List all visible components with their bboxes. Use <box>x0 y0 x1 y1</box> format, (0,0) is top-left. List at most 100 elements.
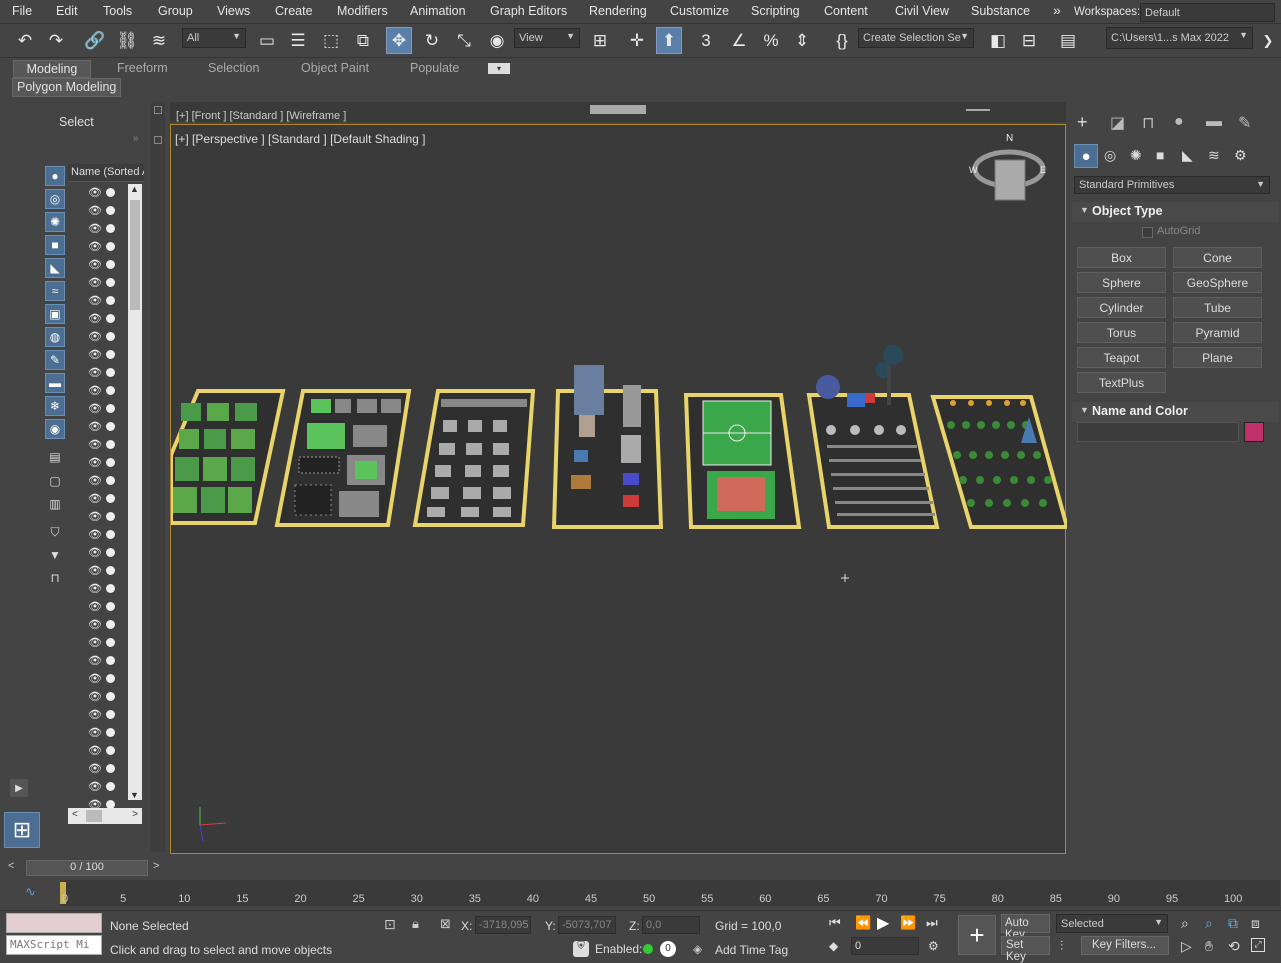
motion-tab-icon[interactable]: ● <box>1174 113 1184 131</box>
helpers-category-icon[interactable]: ◣ <box>1182 147 1193 164</box>
geosphere-button[interactable]: GeoSphere <box>1173 272 1262 293</box>
visibility-eye-icon[interactable]: 👁︎ <box>88 528 102 541</box>
visibility-eye-icon[interactable]: 👁︎ <box>88 384 102 397</box>
select-object-icon[interactable]: ▭ <box>254 27 280 54</box>
tab-modeling[interactable]: Modeling <box>13 60 91 78</box>
select-and-rotate-icon[interactable]: ↻ <box>419 27 445 54</box>
menu-civil-view[interactable]: Civil View <box>895 4 949 18</box>
scene-list-item[interactable]: 👁︎ <box>68 490 128 508</box>
display-shapes-icon[interactable]: ◎ <box>45 189 65 209</box>
visibility-eye-icon[interactable]: 👁︎ <box>88 312 102 325</box>
scene-list-item[interactable]: 👁︎ <box>68 562 128 580</box>
scene-list-item[interactable]: 👁︎ <box>68 256 128 274</box>
object-color-swatch[interactable] <box>1244 422 1264 442</box>
set-key-button[interactable]: Set Key <box>1001 936 1050 963</box>
select-manipulate-icon[interactable]: ✛ <box>624 27 650 54</box>
key-mode-dropdown[interactable]: Selected ▼ <box>1056 914 1168 933</box>
orbit-icon[interactable]: ⟲ <box>1228 938 1240 955</box>
create-tab-icon[interactable]: + <box>1077 112 1088 133</box>
zoom-extents-icon[interactable]: ⧉ <box>1228 915 1238 932</box>
scene-list-item[interactable]: 👁︎ <box>68 346 128 364</box>
visibility-eye-icon[interactable]: 👁︎ <box>88 294 102 307</box>
set-keys-icon[interactable]: + <box>958 915 996 955</box>
reference-coordinate-dropdown[interactable]: View ▼ <box>514 28 580 48</box>
name-column-header[interactable]: Name (Sorted A <box>68 164 144 182</box>
scene-list-item[interactable]: 👁︎ <box>68 544 128 562</box>
play-icon[interactable]: ▶ <box>877 913 889 933</box>
menu-views[interactable]: Views <box>217 4 250 18</box>
menu-modifiers[interactable]: Modifiers <box>337 4 388 18</box>
scene-list-item[interactable]: 👁︎ <box>68 796 128 814</box>
scrollbar-thumb[interactable] <box>130 200 140 310</box>
angle-snap-icon[interactable]: ∠ <box>726 27 752 54</box>
menu-create[interactable]: Create <box>275 4 313 18</box>
z-coordinate-field[interactable]: 0,0 <box>642 916 700 934</box>
enabled-count[interactable]: 0 <box>660 941 676 957</box>
perspective-viewport[interactable]: [+] [Perspective ] [Standard ] [Default … <box>170 124 1067 854</box>
visibility-eye-icon[interactable]: 👁︎ <box>88 510 102 523</box>
select-and-scale-icon[interactable]: ⤡ <box>451 27 477 54</box>
pivot-point-icon[interactable]: ⊞ <box>587 27 613 54</box>
menu-group[interactable]: Group <box>158 4 193 18</box>
key-filters-button[interactable]: Key Filters... <box>1081 936 1169 955</box>
zoom-icon[interactable]: ⌕ <box>1181 915 1189 932</box>
scene-list-item[interactable]: 👁︎ <box>68 382 128 400</box>
display-none-icon[interactable]: ▢ <box>45 471 65 491</box>
visibility-eye-icon[interactable]: 👁︎ <box>88 690 102 703</box>
display-spacewarps-icon[interactable]: ≈ <box>45 281 65 301</box>
visibility-eye-icon[interactable]: 👁︎ <box>88 672 102 685</box>
scroll-up-icon[interactable]: ▲ <box>130 184 139 194</box>
hscroll-right-icon[interactable]: > <box>132 809 138 820</box>
scene-list-scrollbar[interactable]: ▲ ▼ <box>128 184 142 800</box>
y-coordinate-field[interactable]: -5073,707 <box>558 916 616 934</box>
scene-list-item[interactable]: 👁︎ <box>68 310 128 328</box>
toolbar-overflow-icon[interactable]: ❯ <box>1255 27 1281 54</box>
teapot-button[interactable]: Teapot <box>1077 347 1166 368</box>
workspaces-dropdown[interactable]: Default <box>1140 3 1275 22</box>
display-tab-icon[interactable]: ▬ <box>1206 113 1222 131</box>
link-icon[interactable]: 🔗 <box>82 27 108 54</box>
tube-button[interactable]: Tube <box>1173 297 1262 318</box>
visibility-eye-icon[interactable]: 👁︎ <box>88 276 102 289</box>
textplus-button[interactable]: TextPlus <box>1077 372 1166 393</box>
menu-scripting[interactable]: Scripting <box>751 4 800 18</box>
selection-filter-dropdown[interactable]: All ▼ <box>182 28 246 48</box>
scroll-down-icon[interactable]: ▼ <box>130 790 139 800</box>
time-next-icon[interactable]: > <box>153 860 159 872</box>
shapes-category-icon[interactable]: ◎ <box>1104 147 1116 164</box>
menu-tools[interactable]: Tools <box>103 4 132 18</box>
menu-customize[interactable]: Customize <box>670 4 729 18</box>
display-geometry-icon[interactable]: ● <box>45 166 65 186</box>
select-by-name-icon[interactable]: ☰ <box>285 27 311 54</box>
project-folder-dropdown[interactable]: C:\Users\1...s Max 2022 ▼ <box>1106 27 1253 49</box>
scene-list-item[interactable]: 👁︎ <box>68 472 128 490</box>
key-mode-toggle-icon[interactable]: ◆ <box>829 939 838 953</box>
visibility-eye-icon[interactable]: 👁︎ <box>88 420 102 433</box>
visibility-eye-icon[interactable]: 👁︎ <box>88 582 102 595</box>
zoom-extents-all-icon[interactable]: ⧈ <box>1251 915 1260 932</box>
ribbon-options-icon[interactable]: ▾ <box>488 63 510 74</box>
front-viewport-label[interactable]: [+] [Front ] [Standard ] [Wireframe ] <box>176 110 346 122</box>
menu-rendering[interactable]: Rendering <box>589 4 647 18</box>
spacewarps-category-icon[interactable]: ≋ <box>1208 147 1220 164</box>
keyboard-shortcut-override-icon[interactable]: ⬆ <box>656 27 682 54</box>
pyramid-button[interactable]: Pyramid <box>1173 322 1262 343</box>
display-helpers-icon[interactable]: ◣ <box>45 258 65 278</box>
default-in-out-tangents-icon[interactable]: ⫶ <box>1060 938 1063 954</box>
visibility-eye-icon[interactable]: 👁︎ <box>88 636 102 649</box>
box-button[interactable]: Box <box>1077 247 1166 268</box>
field-of-view-icon[interactable]: ▷ <box>1181 938 1192 955</box>
menu-content[interactable]: Content <box>824 4 868 18</box>
cylinder-button[interactable]: Cylinder <box>1077 297 1166 318</box>
redo-icon[interactable]: ↷ <box>43 27 69 54</box>
visibility-eye-icon[interactable]: 👁︎ <box>88 492 102 505</box>
display-bones-icon[interactable]: ✎ <box>45 350 65 370</box>
curve-editor-icon[interactable]: ∿ <box>25 884 36 900</box>
hierarchy-tab-icon[interactable]: ⊓ <box>1142 113 1154 133</box>
time-prev-icon[interactable]: < <box>8 860 14 872</box>
maximize-viewport-icon[interactable]: ⤢ <box>1251 938 1265 952</box>
front-viewcube-icon[interactable] <box>590 105 646 114</box>
time-slider[interactable]: 0 / 100 <box>26 860 148 876</box>
primitive-category-dropdown[interactable]: Standard Primitives ▼ <box>1074 176 1270 194</box>
visibility-eye-icon[interactable]: 👁︎ <box>88 474 102 487</box>
